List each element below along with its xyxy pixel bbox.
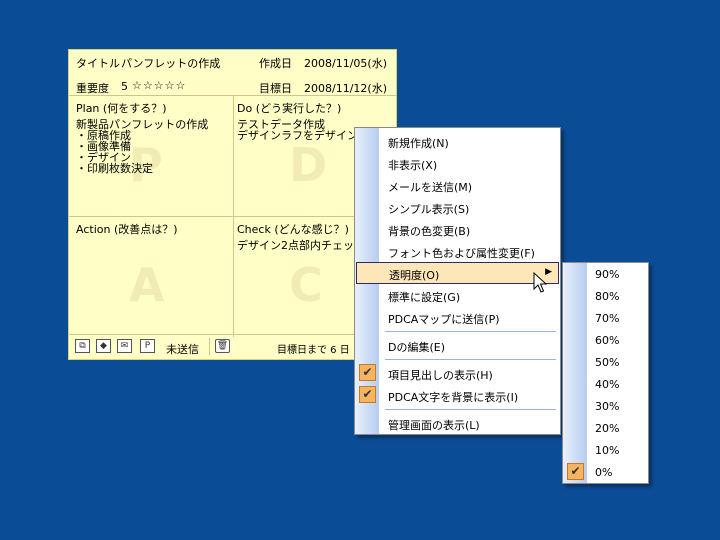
transparency-submenu: 90% 80% 70% 60% 50% 40% 30% 20% 10% ✔ 0% [562, 262, 649, 484]
transparency-option-50[interactable]: 50% [563, 351, 648, 373]
option-label: 0% [595, 466, 613, 479]
title-label: タイトル [76, 57, 120, 70]
menu-item-label: シンプル表示(S) [388, 203, 470, 216]
checkmark-icon: ✔ [359, 364, 376, 381]
quadrant-horizontal-divider [69, 216, 396, 217]
check-heading: Check (どんな感じ？) [237, 223, 349, 236]
send-status: 未送信 [166, 343, 199, 356]
menu-item-label: PDCAマップに送信(P) [388, 313, 500, 326]
menu-item-font-settings[interactable]: フォント色および属性変更(F) [355, 240, 560, 262]
do-heading: Do (どう実行した？) [237, 102, 342, 115]
pdca-note-window[interactable]: タイトル パンフレットの作成 作成日 2008/11/05(水) 重要度 5 ☆… [68, 49, 397, 360]
checkmark-icon: ✔ [567, 463, 584, 480]
menu-item-hide[interactable]: 非表示(X) [355, 152, 560, 174]
menu-separator [385, 409, 556, 410]
mouse-pointer-icon [533, 272, 547, 293]
menu-item-reset-default[interactable]: 標準に設定(G) [355, 284, 560, 306]
transparency-option-30[interactable]: 30% [563, 395, 648, 417]
menu-item-label: Dの編集(E) [388, 341, 446, 354]
transparency-option-20[interactable]: 20% [563, 417, 648, 439]
menu-item-send-to-map[interactable]: PDCAマップに送信(P) [355, 306, 560, 328]
action-background-letter: A [129, 258, 165, 312]
option-label: 50% [595, 356, 620, 369]
transparency-option-60[interactable]: 60% [563, 329, 648, 351]
menu-item-edit-d[interactable]: Dの編集(E) [355, 334, 560, 356]
action-heading: Action (改善点は？) [76, 223, 178, 236]
menu-item-label: PDCA文字を背景に表示(I) [388, 391, 519, 404]
trash-icon[interactable]: 🗑 [215, 339, 230, 353]
menu-item-send-mail[interactable]: メールを送信(M) [355, 174, 560, 196]
menu-item-label: 新規作成(N) [388, 137, 449, 150]
option-label: 90% [595, 268, 620, 281]
option-label: 10% [595, 444, 620, 457]
menu-separator [385, 331, 556, 332]
copy-icon[interactable]: ⧉ [75, 339, 90, 353]
transparency-option-10[interactable]: 10% [563, 439, 648, 461]
do-background-letter: D [289, 138, 328, 192]
menu-item-show-headings[interactable]: ✔ 項目見出しの表示(H) [355, 362, 560, 384]
status-divider [209, 338, 210, 355]
importance-label: 重要度 [76, 82, 109, 95]
note-status-bar: ⧉ ◆ ✉ P 未送信 🗑 目標日まで 6 日 [69, 334, 396, 359]
menu-item-transparency[interactable]: 透明度(O) ▶ [356, 262, 559, 284]
menu-item-label: フォント色および属性変更(F) [388, 247, 535, 260]
color-bucket-icon[interactable]: ◆ [96, 339, 111, 353]
title-value[interactable]: パンフレットの作成 [121, 55, 220, 71]
menu-item-label: 管理画面の表示(L) [388, 419, 480, 432]
target-label: 目標日 [259, 82, 292, 95]
transparency-option-80[interactable]: 80% [563, 285, 648, 307]
pdca-map-icon[interactable]: P [140, 339, 155, 353]
menu-item-label: 背景の色変更(B) [388, 225, 471, 238]
created-date[interactable]: 2008/11/05(水) [304, 55, 387, 71]
option-label: 70% [595, 312, 620, 325]
importance-stars[interactable]: ☆☆☆☆☆ [132, 79, 186, 92]
menu-item-label: 標準に設定(G) [388, 291, 461, 304]
menu-item-show-pdca-letters[interactable]: ✔ PDCA文字を背景に表示(I) [355, 384, 560, 406]
transparency-option-40[interactable]: 40% [563, 373, 648, 395]
created-label: 作成日 [259, 57, 292, 70]
menu-separator [385, 359, 556, 360]
days-remaining: 目標日まで 6 日 [277, 345, 350, 356]
target-date[interactable]: 2008/11/12(水) [304, 80, 387, 96]
option-label: 30% [595, 400, 620, 413]
transparency-option-90[interactable]: 90% [563, 263, 648, 285]
option-label: 20% [595, 422, 620, 435]
menu-item-label: 項目見出しの表示(H) [388, 369, 493, 382]
check-background-letter: C [289, 258, 323, 312]
menu-item-label: 非表示(X) [388, 159, 438, 172]
mail-icon[interactable]: ✉ [117, 339, 132, 353]
menu-item-background-color[interactable]: 背景の色変更(B) [355, 218, 560, 240]
menu-item-admin-screen[interactable]: 管理画面の表示(L) [355, 412, 560, 434]
checkmark-icon: ✔ [359, 386, 376, 403]
plan-heading: Plan (何をする？) [76, 102, 167, 115]
option-label: 80% [595, 290, 620, 303]
plan-text[interactable]: 新製品パンフレットの作成 ・原稿作成 ・画像準備 ・デザイン ・印刷枚数決定 [76, 119, 208, 174]
transparency-option-70[interactable]: 70% [563, 307, 648, 329]
context-menu: 新規作成(N) 非表示(X) メールを送信(M) シンプル表示(S) 背景の色変… [354, 127, 561, 435]
importance-value: 5 [121, 80, 128, 93]
menu-item-simple-view[interactable]: シンプル表示(S) [355, 196, 560, 218]
menu-item-new[interactable]: 新規作成(N) [355, 130, 560, 152]
option-label: 60% [595, 334, 620, 347]
transparency-option-0[interactable]: ✔ 0% [563, 461, 648, 483]
menu-item-label: メールを送信(M) [388, 181, 473, 194]
menu-item-label: 透明度(O) [389, 269, 440, 282]
option-label: 40% [595, 378, 620, 391]
check-text[interactable]: デザイン2点部内チェック [237, 240, 365, 251]
